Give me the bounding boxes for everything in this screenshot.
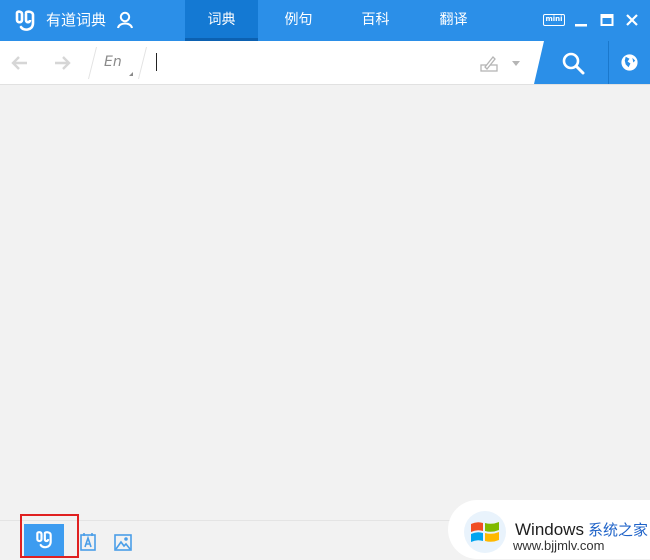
maximize-icon[interactable]: [600, 12, 614, 28]
watermark-brand-en: Windows: [515, 520, 584, 539]
minimize-icon[interactable]: [574, 12, 588, 28]
app-title: 有道词典: [46, 11, 107, 29]
content-area: [0, 85, 650, 520]
text-caret: [156, 53, 157, 71]
watermark-url: www.bjjmlv.com: [513, 538, 605, 553]
tab-translate[interactable]: 翻译: [417, 0, 490, 41]
search-button[interactable]: [534, 41, 608, 84]
text-translate-icon[interactable]: [78, 532, 98, 552]
image-translate-icon[interactable]: [113, 532, 133, 552]
separator: [138, 47, 147, 79]
user-icon[interactable]: [116, 11, 134, 29]
windows-logo-icon: [464, 511, 506, 553]
watermark-brand: Windows 系统之家: [515, 519, 648, 540]
arrow-right-icon[interactable]: [52, 53, 72, 73]
language-selector[interactable]: En: [104, 54, 122, 70]
watermark-brand-cn: 系统之家: [587, 522, 648, 539]
highlight-box: [20, 514, 79, 558]
tab-encyclopedia[interactable]: 百科: [339, 0, 412, 41]
tab-examples[interactable]: 例句: [262, 0, 335, 41]
separator: [88, 47, 97, 79]
handwriting-icon[interactable]: [480, 54, 498, 72]
mini-mode-button[interactable]: mini: [543, 14, 565, 26]
language-dropdown-corner: [129, 72, 133, 76]
title-bar: 有道词典 词典 例句 百科 翻译 mini: [0, 0, 650, 41]
globe-icon: [621, 54, 638, 71]
youdao-logo-icon: [15, 10, 35, 31]
arrow-left-icon[interactable]: [10, 53, 30, 73]
close-icon[interactable]: [625, 12, 639, 28]
tab-dictionary[interactable]: 词典: [185, 0, 258, 41]
search-input[interactable]: [152, 49, 472, 75]
search-icon: [562, 52, 585, 75]
web-search-button[interactable]: [608, 41, 650, 84]
handwriting-dropdown-arrow[interactable]: [512, 61, 520, 66]
